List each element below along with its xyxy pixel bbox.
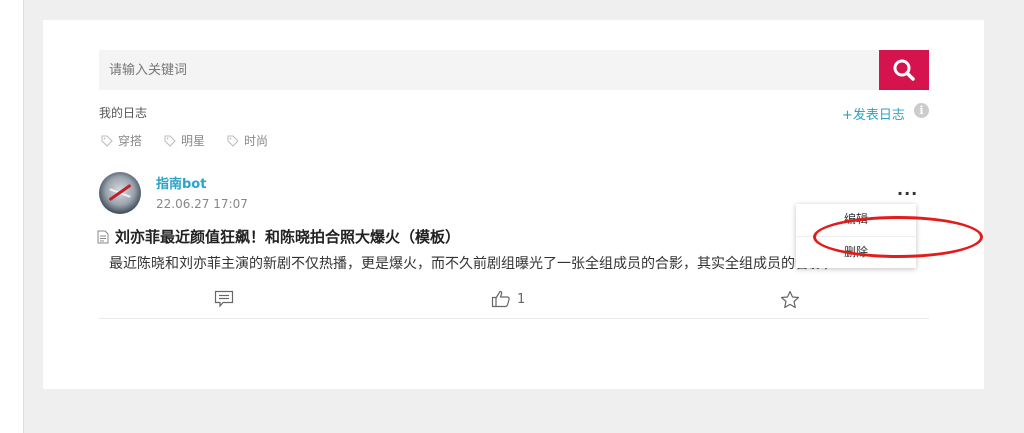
section-title: 我的日志	[99, 106, 148, 120]
avatar[interactable]	[99, 172, 141, 214]
more-options-menu: 编辑 删除	[796, 204, 916, 268]
author-name[interactable]: 指南bot	[156, 173, 206, 192]
tag-icon	[227, 135, 239, 147]
delete-menu-item[interactable]: 删除	[796, 236, 916, 269]
post-title-text: 刘亦菲最近颜值狂飙！和陈晓拍合照大爆火（模板）	[115, 228, 461, 246]
search-icon	[893, 59, 915, 81]
search-input[interactable]	[99, 50, 879, 90]
tag-item[interactable]: 穿搭	[101, 132, 142, 149]
tag-icon	[164, 135, 176, 147]
favorite-button[interactable]	[780, 290, 800, 309]
like-button[interactable]: 1	[491, 290, 525, 308]
tag-item[interactable]: 时尚	[227, 132, 268, 149]
like-count: 1	[517, 291, 526, 307]
star-icon	[780, 290, 800, 309]
more-options-button[interactable]: ···	[897, 184, 918, 203]
tag-icon	[101, 135, 113, 147]
tag-list: 穿搭 明星 时尚	[101, 132, 290, 149]
thumbs-up-icon	[491, 290, 510, 308]
left-sidebar-strip	[0, 0, 24, 433]
document-icon	[97, 230, 109, 243]
comment-icon	[214, 290, 234, 308]
tag-item[interactable]: 明星	[164, 132, 205, 149]
comment-button[interactable]	[214, 290, 234, 308]
edit-menu-item[interactable]: 编辑	[796, 204, 916, 236]
post-title[interactable]: 刘亦菲最近颜值狂飙！和陈晓拍合照大爆火（模板）	[97, 226, 460, 247]
search-button[interactable]	[879, 50, 929, 90]
diary-card: 我的日志 +发表日志 i 穿搭 明星 时尚 指南bot 22.06.27 17:…	[43, 20, 984, 389]
search-bar	[99, 50, 929, 90]
tag-label: 穿搭	[118, 134, 143, 148]
tag-label: 时尚	[244, 134, 269, 148]
post-actions: 1	[99, 288, 929, 319]
post-date: 22.06.27 17:07	[156, 197, 248, 211]
info-icon[interactable]: i	[914, 103, 929, 118]
tag-label: 明星	[181, 134, 206, 148]
publish-diary-link[interactable]: +发表日志	[842, 104, 905, 123]
